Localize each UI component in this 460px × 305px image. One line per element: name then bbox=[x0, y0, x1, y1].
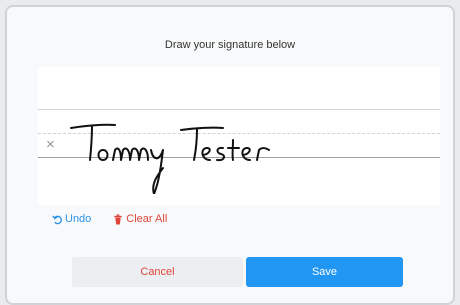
cancel-button[interactable]: Cancel bbox=[72, 257, 243, 287]
dialog-title: Draw your signature below bbox=[164, 39, 296, 51]
undo-label: Undo bbox=[65, 213, 92, 225]
save-button[interactable]: Save bbox=[246, 257, 403, 287]
undo-button[interactable]: Undo bbox=[52, 213, 91, 225]
clear-all-button[interactable]: Clear All bbox=[113, 213, 167, 225]
trash-icon bbox=[114, 213, 122, 225]
signature-dialog: Draw your signature below × Undo Clear A… bbox=[5, 5, 455, 305]
undo-icon bbox=[52, 214, 62, 224]
clear-all-label: Clear All bbox=[126, 213, 168, 225]
signature-pad[interactable]: × bbox=[38, 67, 440, 205]
x-mark-icon: × bbox=[46, 136, 55, 153]
signature-drawing bbox=[70, 123, 270, 194]
backdrop: Draw your signature below × Undo Clear A… bbox=[0, 0, 460, 305]
guide-line-top bbox=[38, 109, 440, 110]
signature-actions: Undo Clear All bbox=[52, 210, 167, 228]
